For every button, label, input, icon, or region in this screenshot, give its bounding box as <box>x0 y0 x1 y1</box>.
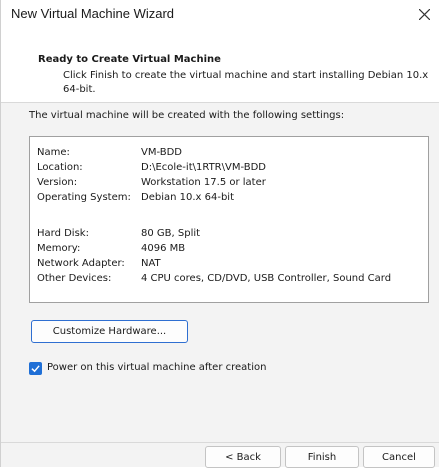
header-title: Ready to Create Virtual Machine <box>38 54 221 65</box>
power-on-checkbox[interactable] <box>29 362 42 375</box>
setting-value: 4 CPU cores, CD/DVD, USB Controller, Sou… <box>141 273 392 284</box>
close-button[interactable] <box>409 0 439 28</box>
setting-label: Memory: <box>37 243 81 254</box>
header-divider <box>1 102 439 103</box>
setting-value: NAT <box>141 258 161 269</box>
window-title: New Virtual Machine Wizard <box>11 6 175 21</box>
setting-value: 4096 MB <box>141 243 186 254</box>
header-description: Click Finish to create the virtual machi… <box>63 70 429 95</box>
setting-value: Workstation 17.5 or later <box>141 177 266 188</box>
power-on-label[interactable]: Power on this virtual machine after crea… <box>47 362 266 373</box>
settings-summary-box: Name: VM-BDD Location: D:\Ecole-it\1RTR\… <box>29 136 429 303</box>
footer-divider <box>1 442 439 443</box>
close-icon <box>418 8 430 20</box>
setting-label: Network Adapter: <box>37 258 125 269</box>
cancel-button[interactable]: Cancel <box>363 446 435 468</box>
setting-label: Operating System: <box>37 192 131 203</box>
setting-label: Version: <box>37 177 78 188</box>
setting-value: D:\Ecole-it\1RTR\VM-BDD <box>141 162 266 173</box>
wizard-window: New Virtual Machine Wizard Ready to Crea… <box>0 0 439 468</box>
wizard-header: Ready to Create Virtual Machine Click Fi… <box>1 28 439 102</box>
setting-label: Name: <box>37 147 70 158</box>
back-button[interactable]: < Back <box>205 446 281 468</box>
setting-value: VM-BDD <box>141 147 182 158</box>
intro-text: The virtual machine will be created with… <box>29 110 345 121</box>
setting-label: Location: <box>37 162 83 173</box>
setting-value: Debian 10.x 64-bit <box>141 192 235 203</box>
setting-label: Other Devices: <box>37 273 112 284</box>
setting-value: 80 GB, Split <box>141 228 201 239</box>
customize-hardware-button[interactable]: Customize Hardware... <box>31 320 188 343</box>
title-bar: New Virtual Machine Wizard <box>1 0 439 28</box>
setting-label: Hard Disk: <box>37 228 89 239</box>
finish-button[interactable]: Finish <box>285 446 359 468</box>
checkmark-icon <box>31 365 40 373</box>
